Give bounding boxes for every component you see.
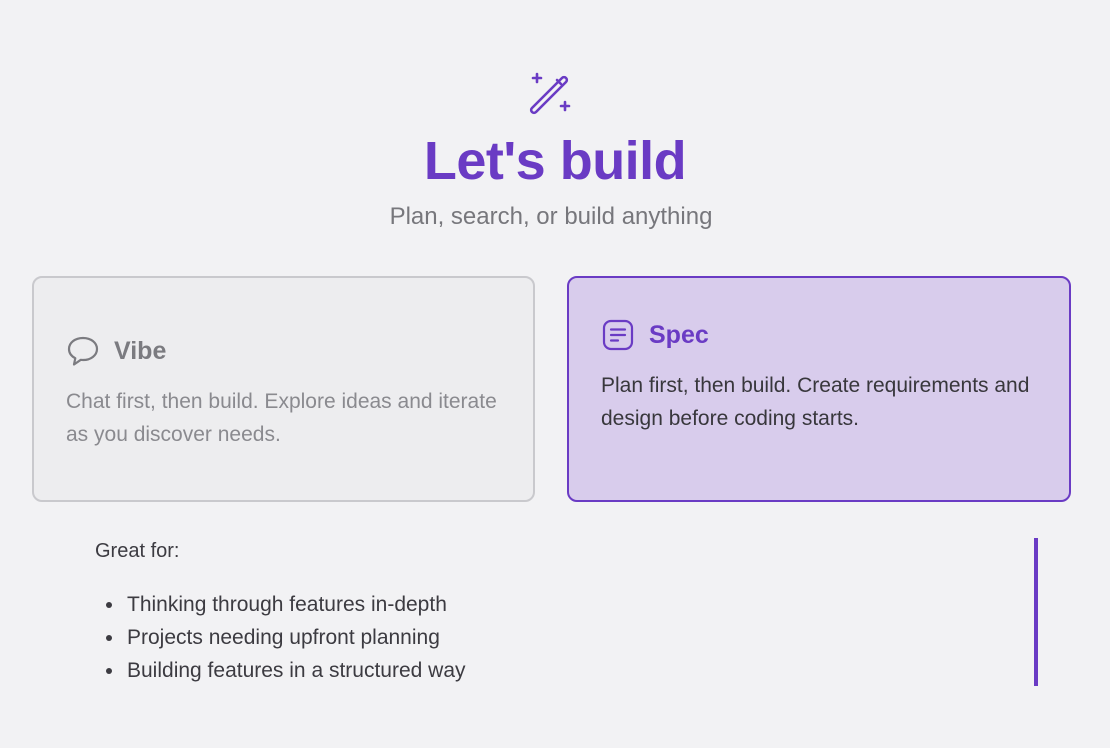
spec-mode-card[interactable]: Spec Plan first, then build. Create requ… <box>567 276 1071 502</box>
vibe-card-description: Chat first, then build. Explore ideas an… <box>66 390 497 446</box>
spec-card-title: Spec <box>649 320 709 349</box>
accent-scroll-indicator[interactable] <box>1034 538 1038 686</box>
great-for-list: Thinking through features in-depth Proje… <box>95 588 466 687</box>
magic-wand-icon <box>529 72 571 115</box>
bullet-icon <box>106 602 112 608</box>
list-item: Projects needing upfront planning <box>95 621 466 654</box>
list-item: Thinking through features in-depth <box>95 588 466 621</box>
list-item: Building features in a structured way <box>95 654 466 687</box>
list-item-text: Thinking through features in-depth <box>127 593 447 616</box>
spec-card-description: Plan first, then build. Create requireme… <box>601 374 1030 430</box>
vibe-mode-card[interactable]: Vibe Chat first, then build. Explore ide… <box>32 276 535 502</box>
spec-card-header: Spec <box>601 318 709 352</box>
vibe-card-title: Vibe <box>114 336 167 365</box>
great-for-label: Great for: <box>95 540 180 562</box>
page-title: Let's build <box>423 131 687 191</box>
page-subtitle: Plan, search, or build anything <box>389 203 713 230</box>
chat-bubble-icon <box>67 336 99 366</box>
vibe-card-header: Vibe <box>66 334 166 368</box>
list-item-text: Building features in a structured way <box>127 659 466 682</box>
document-lines-icon <box>602 319 634 351</box>
list-item-text: Projects needing upfront planning <box>127 626 440 649</box>
bullet-icon <box>106 635 112 641</box>
bullet-icon <box>106 668 112 674</box>
